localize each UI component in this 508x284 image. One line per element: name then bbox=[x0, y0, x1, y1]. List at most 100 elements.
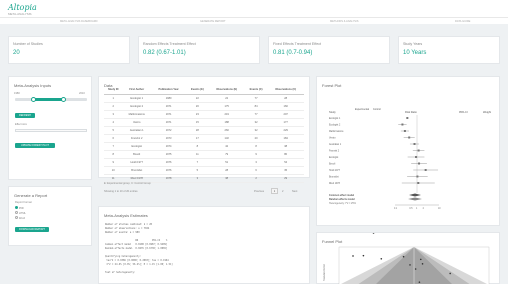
format-option-html[interactable]: HTML bbox=[15, 211, 26, 215]
nav-bar: META-ANALYSIS DASHBOARD GENERATE REPORT … bbox=[0, 17, 508, 24]
table-cell: 1971 bbox=[150, 110, 187, 119]
app-logo: Altopia bbox=[8, 3, 37, 12]
table-cell: 20 bbox=[186, 102, 209, 111]
table-cell: 23 bbox=[186, 110, 209, 119]
funnel-point bbox=[362, 254, 365, 257]
stat-label: Number of Studies bbox=[13, 42, 43, 46]
table-cell: 29 bbox=[267, 174, 304, 183]
forest-col-risk-ratio: Risk Ratio bbox=[405, 110, 417, 114]
pagination-page-1[interactable]: 1 bbox=[271, 188, 278, 194]
format-option-pdf[interactable]: PDF bbox=[15, 206, 24, 210]
table-entries-info: Showing 1 to 10 of 20 entries bbox=[104, 190, 138, 193]
update-forest-plot-button[interactable]: UPDATE FOREST PLOT bbox=[15, 143, 55, 148]
table-cell: 51 bbox=[208, 158, 245, 167]
table-cell: 160 bbox=[267, 102, 304, 111]
funnel-point bbox=[402, 255, 405, 258]
table-row: 7 Ecologist 1974 8 42 8 38 bbox=[104, 142, 304, 151]
forest-point bbox=[415, 156, 418, 158]
filter-label: Effect size bbox=[15, 123, 27, 126]
table-cell: 79 bbox=[208, 150, 245, 159]
forest-study-label: Ecologist bbox=[329, 156, 339, 159]
stat-label: Fixed Effects Treatment Effect bbox=[273, 42, 322, 46]
table-cell: 38 bbox=[208, 174, 245, 183]
forest-study-label: Ecologist 2 bbox=[329, 124, 341, 127]
column-header[interactable]: Events (C) bbox=[244, 86, 268, 95]
table-cell: 11 bbox=[186, 150, 209, 159]
table-footnote: E: Experimental group, C: Control Group bbox=[104, 182, 151, 185]
table-cell: 1978 bbox=[150, 174, 187, 183]
funnel-point bbox=[409, 264, 411, 266]
estimates-line: I^2 = 24.9% [0.0%; 56.2%]; H = 1.15 [1.0… bbox=[105, 263, 173, 266]
column-header[interactable]: Observations (E) bbox=[208, 86, 245, 95]
column-header[interactable]: First Author bbox=[122, 86, 151, 95]
table-cell: 3 bbox=[104, 110, 123, 119]
nav-tab-dashboard[interactable]: META-ANALYSIS DASHBOARD bbox=[60, 19, 98, 24]
download-report-button[interactable]: DOWNLOAD REPORT bbox=[15, 227, 49, 232]
table-cell: 5 bbox=[104, 126, 123, 135]
pagination-previous[interactable]: Previous bbox=[254, 190, 264, 193]
forest-study-label: Risol 1978 bbox=[329, 183, 341, 185]
table-cell: 22 bbox=[186, 94, 209, 103]
stat-value: 20 bbox=[13, 50, 20, 56]
table-row: 3 Malformations 1971 23 219 77 207 bbox=[104, 110, 304, 119]
pagination-next[interactable]: Next bbox=[292, 190, 297, 193]
year-range-slider[interactable] bbox=[15, 97, 87, 102]
effect-size-input[interactable] bbox=[15, 129, 87, 132]
column-header[interactable]: Observations (C) bbox=[267, 86, 304, 95]
stat-value: 10 Years bbox=[403, 50, 427, 56]
table-cell: 132 bbox=[208, 134, 245, 143]
forest-point bbox=[406, 117, 409, 119]
table-cell: 1976 bbox=[150, 166, 187, 175]
pagination-page-2[interactable]: 2 bbox=[282, 190, 283, 193]
table-cell: 4 bbox=[104, 118, 123, 127]
table-row: 9 Hoidi 1977 1976 7 51 3 54 bbox=[104, 158, 304, 167]
table-cell: 80 bbox=[267, 150, 304, 159]
nav-tab-guide[interactable]: DATA GUIDE bbox=[455, 19, 470, 24]
table-cell: Risol 1978 bbox=[122, 174, 151, 183]
radio-icon bbox=[15, 211, 18, 214]
table-cell: Brunzidet bbox=[122, 166, 151, 175]
table-cell: 28 bbox=[267, 94, 304, 103]
nav-tab-methods[interactable]: METHODS & ANALYSIS bbox=[330, 19, 359, 24]
slider-handle-min[interactable] bbox=[31, 97, 36, 102]
table-cell: Malformations bbox=[122, 110, 151, 119]
table-cell: 229 bbox=[267, 126, 304, 135]
table-row: 6 Franzini 2 1973 17 132 20 184 bbox=[104, 134, 304, 143]
table-cell: 1973 bbox=[150, 134, 187, 143]
table-cell: 77 bbox=[244, 110, 268, 119]
forest-study-label: Hoidi 1977 bbox=[329, 170, 341, 172]
refresh-button[interactable]: REFRESH bbox=[15, 113, 35, 118]
table-cell: 22 bbox=[208, 94, 245, 103]
slider-handle-max[interactable] bbox=[61, 97, 66, 102]
table-cell: 260 bbox=[208, 126, 245, 135]
stat-card-study-years: Study Years 10 Years bbox=[398, 36, 500, 64]
nav-tab-report[interactable]: GENERATE REPORT bbox=[200, 19, 226, 24]
table-cell: 7 bbox=[186, 158, 209, 167]
forest-point bbox=[416, 175, 419, 178]
table-cell: 42 bbox=[208, 142, 245, 151]
funnel-point bbox=[380, 257, 383, 260]
estimates-line: tau^2 = 0.0386 [0.0000; 0.2003]; tau = 0… bbox=[105, 259, 169, 262]
table-cell: Vestro bbox=[122, 118, 151, 127]
table-cell: 207 bbox=[267, 110, 304, 119]
table-cell: 17 bbox=[186, 134, 209, 143]
format-option-word[interactable]: Word bbox=[15, 216, 25, 220]
forest-point bbox=[408, 136, 411, 139]
table-cell: Australian 1 bbox=[122, 126, 151, 135]
estimates-line: Number of observations: o = 7024 bbox=[105, 227, 150, 230]
forest-study-label: Australian 1 bbox=[329, 143, 342, 146]
funnel-point bbox=[418, 281, 421, 283]
forest-random-label: Random effects model bbox=[329, 198, 355, 201]
funnel-point bbox=[372, 233, 375, 234]
table-cell: 10 bbox=[104, 166, 123, 175]
forest-tick-label: 1 bbox=[416, 208, 418, 210]
table-cell: 1974 bbox=[150, 142, 187, 151]
column-header[interactable]: Events (E) bbox=[186, 86, 209, 95]
estimates-line: Number of events: e = 980 bbox=[105, 231, 140, 234]
table-cell: 1972 bbox=[150, 126, 187, 135]
estimates-line: Test of heterogeneity: bbox=[105, 271, 136, 274]
table-row: 11 Risol 1978 1978 3 38 2 29 bbox=[104, 174, 304, 183]
panel-title: Generate a Report bbox=[14, 193, 48, 198]
column-header[interactable]: Study ID bbox=[104, 86, 123, 95]
column-header[interactable]: Publication Year bbox=[150, 86, 187, 95]
